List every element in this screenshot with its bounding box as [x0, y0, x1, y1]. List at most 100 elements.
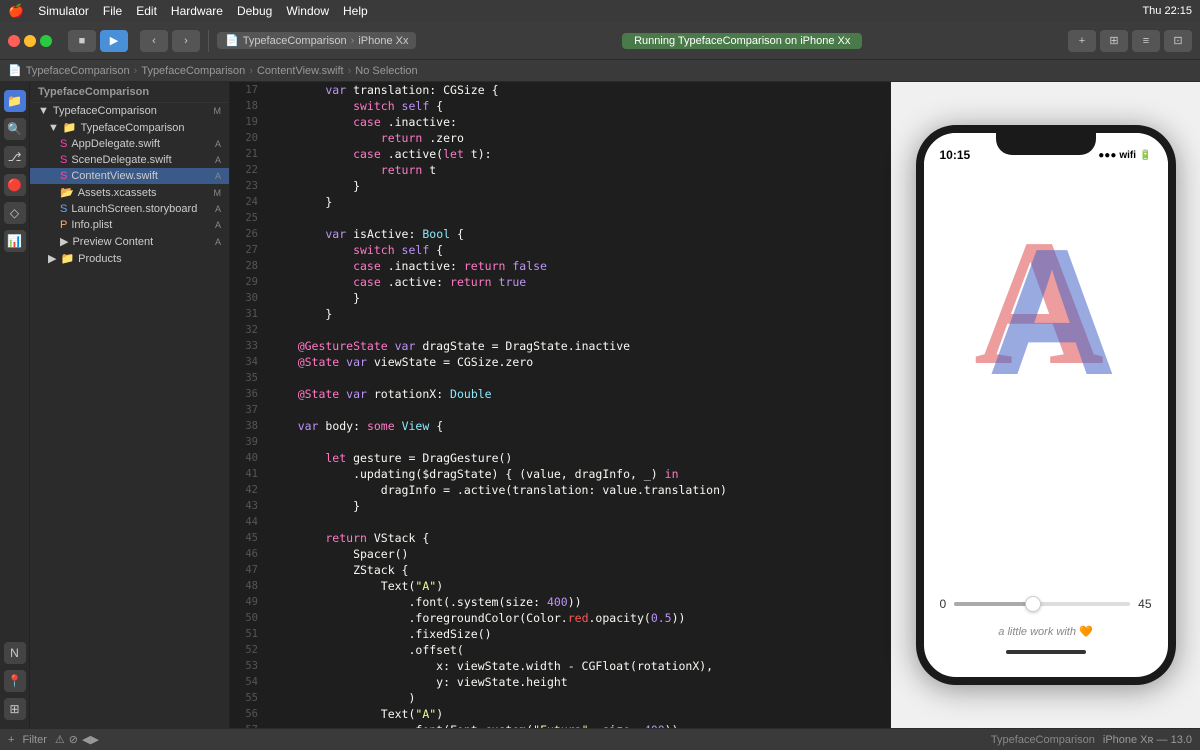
- file-item-launchscreen[interactable]: S LaunchScreen.storyboard A: [30, 201, 229, 217]
- line-number: 28: [230, 258, 266, 274]
- file-badge: A: [215, 171, 221, 181]
- line-number: 31: [230, 306, 266, 322]
- toolbar-right: + ⊞ ≡ ⊡: [1068, 30, 1192, 52]
- asset-folder-icon: 📂: [60, 186, 74, 199]
- menu-simulator[interactable]: Simulator: [38, 4, 89, 18]
- app-name: TypefaceComparison: [991, 734, 1095, 746]
- code-editor[interactable]: 17 var translation: CGSize { 18 switch s…: [230, 82, 890, 728]
- view-button[interactable]: ≡: [1132, 30, 1160, 52]
- file-item-label: Assets.xcassets: [78, 187, 157, 199]
- line-content: var translation: CGSize {: [266, 82, 499, 98]
- code-line-21: 21 case .active(let t):: [230, 146, 890, 162]
- sidebar-icon-report[interactable]: 📊: [4, 230, 26, 252]
- nav-back-button[interactable]: ‹: [140, 30, 168, 52]
- line-number: 54: [230, 674, 266, 690]
- file-item-appdelegate[interactable]: S AppDelegate.swift A: [30, 136, 229, 152]
- folder-icon: 📁: [63, 121, 77, 134]
- code-line-56: 56 Text("A"): [230, 706, 890, 722]
- footer-icon: 🧡: [1079, 625, 1093, 638]
- line-content: }: [266, 194, 332, 210]
- line-content: [266, 210, 270, 226]
- code-line-35: 35: [230, 370, 890, 386]
- sidebar-icon-tests[interactable]: ◇: [4, 202, 26, 224]
- sidebar-icon-files[interactable]: 📁: [4, 90, 26, 112]
- sidebar-icon-source[interactable]: ⎇: [4, 146, 26, 168]
- breadcrumb-3[interactable]: ContentView.swift: [257, 65, 344, 77]
- menu-window[interactable]: Window: [286, 4, 329, 18]
- scheme-selector[interactable]: 📄 TypefaceComparison › iPhone Xx: [217, 32, 416, 49]
- line-number: 53: [230, 658, 266, 674]
- scheme-name: TypefaceComparison: [243, 35, 347, 47]
- file-item-assets[interactable]: 📂 Assets.xcassets M: [30, 184, 229, 201]
- line-number: 56: [230, 706, 266, 722]
- nav-forward-button[interactable]: ›: [172, 30, 200, 52]
- layout-button[interactable]: ⊞: [1100, 30, 1128, 52]
- file-item-root[interactable]: ▼ TypefaceComparison M: [30, 103, 229, 119]
- slider-track[interactable]: [954, 602, 1130, 606]
- device-info: iPhone Xʀ — 13.0: [1103, 734, 1192, 746]
- code-line-50: 50 .foregroundColor(Color.red.opacity(0.…: [230, 610, 890, 626]
- run-button[interactable]: ▶: [100, 30, 128, 52]
- line-content: @State var viewState = CGSize.zero: [266, 354, 533, 370]
- code-line-41: 41 .updating($dragState) { (value, dragI…: [230, 466, 890, 482]
- file-item-infoplist[interactable]: P Info.plist A: [30, 217, 229, 233]
- line-content: ): [266, 690, 415, 706]
- stop-button[interactable]: ■: [68, 30, 96, 52]
- slider-thumb[interactable]: [1025, 596, 1041, 612]
- slider-min-label: 0: [940, 597, 947, 611]
- plist-icon: P: [60, 219, 67, 231]
- breadcrumb-4[interactable]: No Selection: [355, 65, 417, 77]
- file-item-products[interactable]: ▶ 📁 Products: [30, 250, 229, 267]
- menubar-time: Thu 22:15: [1142, 5, 1192, 17]
- filter-label[interactable]: Filter: [22, 734, 46, 746]
- menu-edit[interactable]: Edit: [136, 4, 157, 18]
- breadcrumb-1[interactable]: TypefaceComparison: [26, 65, 130, 77]
- close-button[interactable]: [8, 35, 20, 47]
- code-line-43: 43 }: [230, 498, 890, 514]
- code-line-26: 26 var isActive: Bool {: [230, 226, 890, 242]
- line-number: 34: [230, 354, 266, 370]
- line-content: switch self {: [266, 242, 443, 258]
- build-status: Running TypefaceComparison on iPhone Xx: [622, 33, 862, 49]
- file-item-group[interactable]: ▼ 📁 TypefaceComparison: [30, 119, 229, 136]
- iphone-notch: [996, 133, 1096, 155]
- code-line-54: 54 y: viewState.height: [230, 674, 890, 690]
- breadcrumb-icon: 📄: [8, 64, 22, 77]
- code-line-49: 49 .font(.system(size: 400)): [230, 594, 890, 610]
- iphone-footer: a little work with 🧡: [924, 619, 1168, 646]
- line-number: 50: [230, 610, 266, 626]
- menu-help[interactable]: Help: [343, 4, 368, 18]
- folder-open-icon: ▼: [48, 122, 59, 134]
- menu-hardware[interactable]: Hardware: [171, 4, 223, 18]
- sidebar-icon-breakpoints[interactable]: 🔴: [4, 174, 26, 196]
- file-item-preview[interactable]: ▶ Preview Content A: [30, 233, 229, 250]
- slider-max-label: 45: [1138, 597, 1151, 611]
- menu-file[interactable]: File: [103, 4, 122, 18]
- sidebar-icon-pin[interactable]: 📍: [4, 670, 26, 692]
- sidebar-icon-N[interactable]: N: [4, 642, 26, 664]
- file-item-contentview[interactable]: S ContentView.swift A: [30, 168, 229, 184]
- line-number: 49: [230, 594, 266, 610]
- file-badge: M: [214, 188, 222, 198]
- inspector-button[interactable]: ⊡: [1164, 30, 1192, 52]
- code-line-51: 51 .fixedSize(): [230, 626, 890, 642]
- code-line-32: 32: [230, 322, 890, 338]
- apple-menu[interactable]: 🍎: [8, 3, 24, 19]
- minimize-button[interactable]: [24, 35, 36, 47]
- sidebar-icon-apps[interactable]: ⊞: [4, 698, 26, 720]
- line-content: case .active(let t):: [266, 146, 492, 162]
- bottom-bar-tools: ⚠ ⊘ ◀▶: [55, 733, 99, 746]
- swift-file-icon: S: [60, 170, 67, 182]
- add-button[interactable]: +: [1068, 30, 1096, 52]
- file-item-label: ContentView.swift: [71, 170, 158, 182]
- menu-debug[interactable]: Debug: [237, 4, 272, 18]
- line-number: 40: [230, 450, 266, 466]
- file-item-scenedelegate[interactable]: S SceneDelegate.swift A: [30, 152, 229, 168]
- line-content: var body: some View {: [266, 418, 443, 434]
- plus-icon[interactable]: +: [8, 734, 14, 746]
- breadcrumb-2[interactable]: TypefaceComparison: [141, 65, 245, 77]
- sidebar-icon-search[interactable]: 🔍: [4, 118, 26, 140]
- line-content: switch self {: [266, 98, 443, 114]
- maximize-button[interactable]: [40, 35, 52, 47]
- line-content: @GestureState var dragState = DragState.…: [266, 338, 630, 354]
